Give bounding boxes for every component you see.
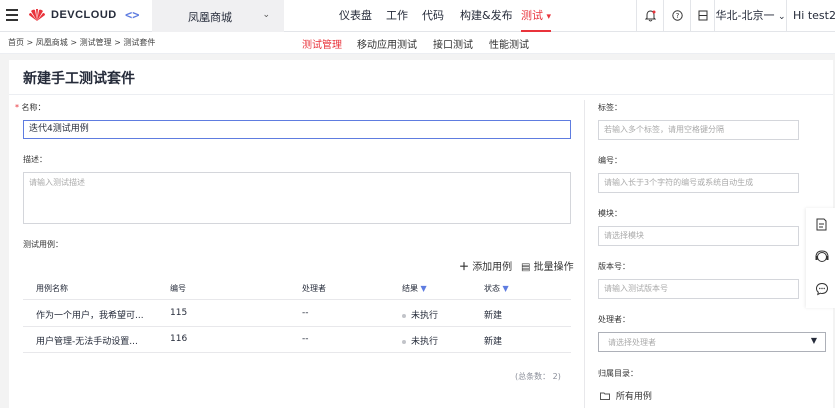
add-case-button[interactable]: ＋ 添加用例 — [459, 258, 512, 273]
case-result-label: 未执行 — [411, 337, 439, 347]
add-case-label: 添加用例 — [472, 262, 513, 273]
support-icon[interactable] — [808, 243, 835, 270]
row-divider — [23, 326, 571, 327]
dir-value[interactable]: 所有用例 — [600, 389, 652, 402]
sub-bar: 首页 > 凤凰商城 > 测试管理 > 测试套件 测试管理 移动应用测试 接口测试… — [0, 32, 835, 54]
huawei-logo-icon — [29, 9, 45, 21]
menu-icon[interactable] — [6, 9, 18, 24]
owner-label: 处理者： — [598, 315, 630, 324]
console-icon[interactable] — [690, 0, 714, 32]
chevron-down-icon: ⌄ — [777, 12, 786, 22]
required-mark: * — [15, 103, 19, 112]
folder-icon — [600, 392, 610, 400]
module-label: 模块： — [598, 209, 622, 218]
case-owner: -- — [302, 308, 309, 318]
code-icon[interactable]: <> — [125, 8, 139, 22]
page-title: 新建手工测试套件 — [23, 71, 135, 87]
desc-textarea[interactable]: 请输入测试描述 — [23, 172, 571, 224]
status-dot — [402, 339, 406, 344]
row-divider — [23, 352, 571, 353]
module-select[interactable]: 请选择模块 — [598, 226, 799, 246]
column-header-id: 编号 — [170, 284, 186, 293]
name-label: * 名称： — [15, 102, 46, 113]
case-owner: -- — [302, 334, 309, 344]
column-header-status-label: 状态 — [484, 284, 500, 293]
svg-text:?: ? — [675, 12, 679, 20]
column-header-status[interactable]: 状态 ▼ — [484, 283, 509, 294]
tab-mobile-app-test[interactable]: 移动应用测试 — [357, 36, 417, 51]
column-header-result-label: 结果 — [402, 284, 418, 293]
name-input[interactable]: 迭代4测试用例 — [23, 120, 571, 139]
chevron-down-icon: ▾ — [546, 12, 552, 22]
column-header-result[interactable]: 结果 ▼ — [402, 283, 427, 294]
batch-ops-button[interactable]: ▤ 批量操作 — [521, 258, 574, 273]
total-count: (总条数： 2) — [515, 372, 561, 381]
name-label-text: 名称： — [21, 103, 46, 112]
number-label: 编号： — [598, 156, 622, 165]
user-menu[interactable]: Hi test202 — [786, 0, 835, 32]
column-header-name: 用例名称 — [36, 284, 68, 293]
case-id: 116 — [170, 334, 188, 344]
desc-label: 描述： — [23, 155, 47, 164]
owner-select-placeholder: 请选择处理者 — [608, 338, 656, 347]
case-result-label: 未执行 — [411, 311, 439, 321]
help-icon[interactable]: ? — [663, 0, 690, 32]
column-header-owner: 处理者 — [302, 284, 326, 293]
title-divider — [9, 94, 833, 95]
case-status: 新建 — [484, 311, 503, 321]
dir-value-label: 所有用例 — [615, 392, 652, 402]
table-header-divider — [23, 299, 571, 300]
nav-work[interactable]: 工作 — [386, 0, 408, 32]
case-name[interactable]: 作为一个用户，我希望可... — [36, 308, 144, 321]
version-label: 版本号： — [598, 262, 630, 271]
brand-name: DEVCLOUD — [51, 9, 117, 21]
filter-icon[interactable]: ▼ — [421, 284, 427, 293]
tab-test-management[interactable]: 测试管理 — [302, 36, 342, 51]
batch-ops-label: 批量操作 — [533, 262, 574, 273]
chevron-down-icon: ⌄ — [262, 10, 270, 20]
cases-label: 测试用例： — [23, 240, 63, 249]
project-selector[interactable]: 凤凰商城 ⌄ — [152, 0, 284, 32]
nav-build-release[interactable]: 构建&发布 — [460, 0, 513, 32]
case-result: 未执行 — [402, 334, 438, 347]
feedback-icon[interactable] — [808, 211, 835, 238]
tab-performance-test[interactable]: 性能测试 — [489, 36, 529, 51]
nav-dashboard[interactable]: 仪表盘 — [339, 0, 372, 32]
notification-bell-icon[interactable] — [636, 0, 663, 32]
tag-input[interactable]: 若输入多个标签，请用空格键分隔 — [598, 120, 799, 140]
plus-icon: ＋ — [459, 262, 469, 273]
case-result: 未执行 — [402, 308, 438, 321]
number-input[interactable]: 请输入长于3个字符的编号或系统自动生成 — [598, 173, 799, 193]
tag-label: 标签： — [598, 103, 622, 112]
stack-icon: ▤ — [521, 262, 531, 273]
caret-down-icon: ▼ — [810, 336, 817, 345]
chat-icon[interactable] — [808, 275, 835, 302]
region-label: 华北-北京一 — [715, 9, 775, 22]
nav-test[interactable]: 测试 ▾ — [521, 0, 552, 32]
nav-test-label: 测试 — [521, 9, 543, 22]
status-dot — [402, 313, 406, 318]
top-bar: DEVCLOUD <> 凤凰商城 ⌄ 仪表盘 工作 代码 构建&发布 测试 ▾ … — [0, 0, 835, 32]
owner-select[interactable]: 请选择处理者 ▼ — [598, 332, 826, 352]
project-name: 凤凰商城 — [188, 11, 232, 24]
nav-code[interactable]: 代码 — [422, 0, 444, 32]
tab-api-test[interactable]: 接口测试 — [433, 36, 473, 51]
case-id: 115 — [170, 308, 188, 318]
version-input[interactable]: 请输入测试版本号 — [598, 279, 799, 299]
region-selector[interactable]: 华北-北京一 ⌄ — [714, 0, 786, 32]
column-divider — [584, 100, 585, 408]
breadcrumb[interactable]: 首页 > 凤凰商城 > 测试管理 > 测试套件 — [8, 37, 155, 48]
case-status: 新建 — [484, 337, 503, 347]
filter-icon[interactable]: ▼ — [503, 284, 509, 293]
dir-label: 归属目录： — [598, 369, 638, 378]
user-greeting: Hi test202 — [793, 9, 835, 22]
case-name[interactable]: 用户管理-无法手动设置... — [36, 334, 138, 347]
